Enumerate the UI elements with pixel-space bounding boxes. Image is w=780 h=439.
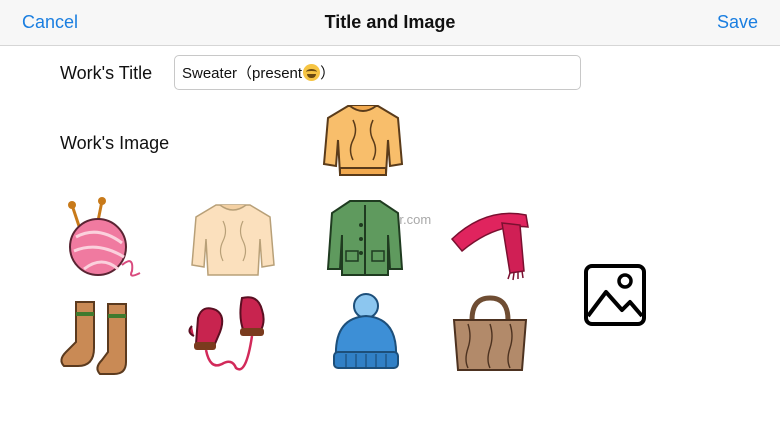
cardigan-icon[interactable] — [320, 195, 410, 285]
knit-bag-icon[interactable] — [446, 292, 536, 382]
knit-hat-icon[interactable] — [320, 290, 410, 380]
title-input-value: Sweater（present — [182, 65, 303, 82]
yarn-ball-icon[interactable] — [62, 195, 152, 285]
mittens-icon[interactable] — [186, 288, 276, 378]
save-button[interactable]: Save — [717, 12, 758, 33]
page-title: Title and Image — [324, 12, 456, 32]
works-title-label: Work's Title — [60, 63, 153, 83]
selected-sweater-icon — [318, 100, 408, 182]
scarf-icon[interactable] — [446, 195, 536, 285]
works-title-input[interactable]: Sweater（present ） — [174, 55, 581, 90]
works-image-label: Work's Image — [60, 133, 170, 153]
grinning-squint-emoji-icon — [303, 64, 321, 81]
sweater-icon[interactable] — [188, 195, 278, 285]
socks-icon[interactable] — [56, 292, 146, 382]
image-picker-icon[interactable] — [584, 264, 646, 326]
navigation-bar: Cancel Title and Image Save — [0, 0, 780, 46]
title-input-suffix: ） — [320, 65, 336, 82]
